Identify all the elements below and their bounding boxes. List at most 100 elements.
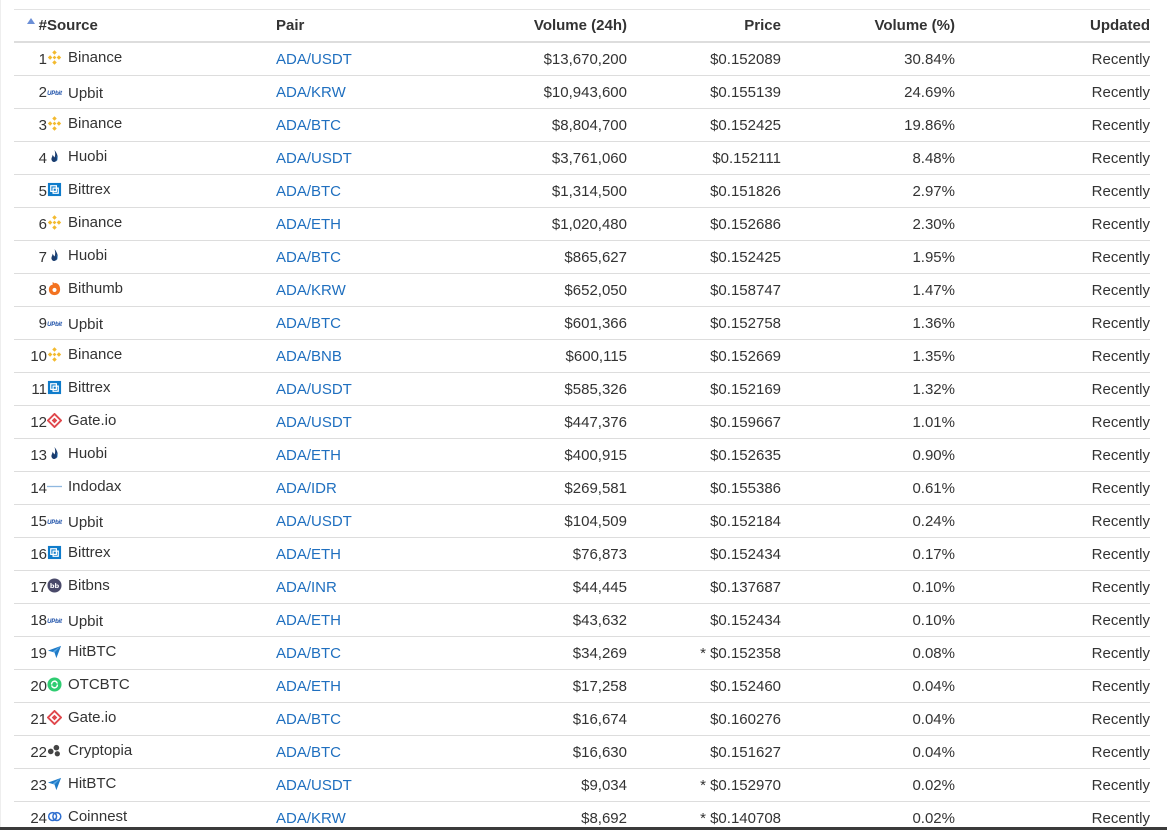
source-name: Gate.io [68, 412, 116, 429]
huobi-icon [47, 446, 62, 461]
price-value: $0.152970 [710, 777, 781, 794]
column-header-pair[interactable]: Pair [276, 10, 446, 43]
column-header-volume[interactable]: Volume (24h) [446, 10, 627, 43]
hitbtc-icon [47, 644, 62, 659]
price-value: $0.152686 [710, 216, 781, 233]
pair-link[interactable]: ADA/BTC [276, 711, 341, 728]
pair-link[interactable]: ADA/ETH [276, 612, 341, 629]
pair-link[interactable]: ADA/ETH [276, 216, 341, 233]
price-value: $0.158747 [710, 282, 781, 299]
estimated-price-marker: * [700, 810, 706, 827]
pair-link[interactable]: ADA/BNB [276, 348, 342, 365]
upbit-logo-text: UPbit [47, 520, 62, 526]
volume-percent-cell: 1.47% [781, 274, 955, 307]
source-name: Gate.io [68, 709, 116, 726]
price-value: $0.151826 [710, 183, 781, 200]
volume-cell: $9,034 [446, 769, 627, 802]
updated-cell: Recently [955, 637, 1150, 670]
pair-link[interactable]: ADA/BTC [276, 744, 341, 761]
volume-cell: $16,674 [446, 703, 627, 736]
rank-cell: 5 [14, 175, 47, 208]
pair-link[interactable]: ADA/BTC [276, 183, 341, 200]
updated-cell: Recently [955, 42, 1150, 76]
pair-link[interactable]: ADA/USDT [276, 414, 352, 431]
source-name: Huobi [68, 148, 107, 165]
table-row: 14IndodaxADA/IDR$269,581$0.1553860.61%Re… [14, 472, 1150, 505]
column-header-price[interactable]: Price [627, 10, 781, 43]
rank-cell: 15 [14, 505, 47, 538]
bithumb-icon [47, 281, 62, 296]
pair-link[interactable]: ADA/IDR [276, 480, 337, 497]
table-row: 9UPbitUpbitADA/BTC$601,366$0.1527581.36%… [14, 307, 1150, 340]
pair-link[interactable]: ADA/BTC [276, 645, 341, 662]
pair-cell: ADA/USDT [276, 406, 446, 439]
volume-percent-cell: 1.35% [781, 340, 955, 373]
price-cell: $0.159667 [627, 406, 781, 439]
rank-cell: 1 [14, 42, 47, 76]
volume-cell: $13,670,200 [446, 42, 627, 76]
source-name: Bittrex [68, 544, 111, 561]
bittrex-icon [47, 182, 62, 197]
pair-cell: ADA/BTC [276, 307, 446, 340]
source-name: Binance [68, 214, 122, 231]
binance-icon [47, 347, 62, 362]
estimated-price-marker: * [700, 645, 706, 662]
volume-percent-cell: 1.32% [781, 373, 955, 406]
pair-link[interactable]: ADA/USDT [276, 777, 352, 794]
price-cell: $0.152425 [627, 241, 781, 274]
volume-cell: $76,873 [446, 538, 627, 571]
price-value: $0.160276 [710, 711, 781, 728]
pair-link[interactable]: ADA/ETH [276, 678, 341, 695]
pair-cell: ADA/USDT [276, 42, 446, 76]
volume-cell: $269,581 [446, 472, 627, 505]
rank-cell: 14 [14, 472, 47, 505]
pair-cell: ADA/ETH [276, 439, 446, 472]
pair-link[interactable]: ADA/INR [276, 579, 337, 596]
price-value: $0.140708 [710, 810, 781, 827]
source-cell: Gate.io [47, 703, 276, 736]
indodax-icon [47, 479, 62, 494]
column-header-updated[interactable]: Updated [955, 10, 1150, 43]
pair-link[interactable]: ADA/BTC [276, 249, 341, 266]
pair-cell: ADA/KRW [276, 76, 446, 109]
source-name: HitBTC [68, 775, 116, 792]
pair-link[interactable]: ADA/USDT [276, 381, 352, 398]
cryptopia-icon [47, 743, 62, 758]
volume-percent-cell: 8.48% [781, 142, 955, 175]
column-header-volume-percent[interactable]: Volume (%) [781, 10, 955, 43]
source-name: Cryptopia [68, 742, 132, 759]
price-value: $0.152169 [710, 381, 781, 398]
pair-cell: ADA/BNB [276, 340, 446, 373]
table-header-row: # Source Pair Volume (24h) Price Volume … [14, 10, 1150, 43]
pair-link[interactable]: ADA/BTC [276, 117, 341, 134]
table-body: 1BinanceADA/USDT$13,670,200$0.15208930.8… [14, 42, 1150, 834]
table-row: 6BinanceADA/ETH$1,020,480$0.1526862.30%R… [14, 208, 1150, 241]
pair-link[interactable]: ADA/ETH [276, 546, 341, 563]
coinnest-icon [47, 809, 62, 824]
pair-link[interactable]: ADA/KRW [276, 282, 346, 299]
price-value: $0.155386 [710, 480, 781, 497]
source-cell: UPbitUpbit [47, 76, 276, 109]
price-cell: $0.160276 [627, 703, 781, 736]
source-cell: Bittrex [47, 373, 276, 406]
sort-ascending-icon [27, 18, 35, 24]
pair-link[interactable]: ADA/KRW [276, 84, 346, 101]
source-name: Huobi [68, 445, 107, 462]
price-cell: $0.152434 [627, 604, 781, 637]
table-row: 18UPbitUpbitADA/ETH$43,632$0.1524340.10%… [14, 604, 1150, 637]
updated-cell: Recently [955, 406, 1150, 439]
pair-link[interactable]: ADA/ETH [276, 447, 341, 464]
table-row: 5BittrexADA/BTC$1,314,500$0.1518262.97%R… [14, 175, 1150, 208]
column-header-rank[interactable]: # [14, 10, 47, 43]
rank-cell: 21 [14, 703, 47, 736]
volume-cell: $600,115 [446, 340, 627, 373]
volume-percent-cell: 0.04% [781, 703, 955, 736]
pair-link[interactable]: ADA/USDT [276, 150, 352, 167]
pair-link[interactable]: ADA/BTC [276, 315, 341, 332]
pair-link[interactable]: ADA/USDT [276, 513, 352, 530]
column-header-source[interactable]: Source [47, 10, 276, 43]
pair-link[interactable]: ADA/KRW [276, 810, 346, 827]
volume-percent-cell: 0.61% [781, 472, 955, 505]
pair-link[interactable]: ADA/USDT [276, 51, 352, 68]
volume-percent-cell: 1.95% [781, 241, 955, 274]
